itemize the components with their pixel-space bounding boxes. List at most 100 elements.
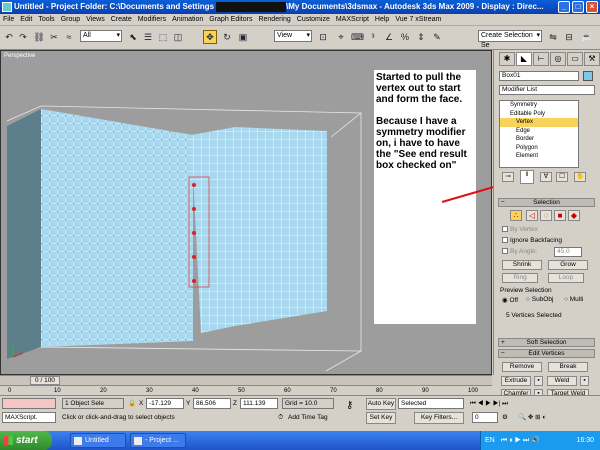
menu-create[interactable]: Create [108,14,135,26]
maximize-button[interactable]: □ [572,1,584,13]
weld-settings-icon[interactable]: ▪ [580,376,589,386]
close-button[interactable]: × [586,1,598,13]
time-tag-icon[interactable]: ⏱ [278,412,283,423]
edit-vertices-rollout-header[interactable]: − Edit Vertices [498,349,595,358]
menu-customize[interactable]: Customize [294,14,333,26]
auto-key-button[interactable]: Auto Key [366,398,396,410]
selection-rollout-header[interactable]: − Selection [498,198,595,207]
maxscript-mini-listener-top[interactable] [2,398,56,409]
menu-animation[interactable]: Animation [169,14,206,26]
menu-file[interactable]: File [0,14,17,26]
current-frame-field[interactable]: 0 [472,412,498,423]
border-subobject-icon[interactable]: ◌ [540,210,552,221]
redo-icon[interactable]: ↷ [16,30,30,44]
menu-graph-editors[interactable]: Graph Editors [206,14,255,26]
select-rotate-icon[interactable]: ↻ [220,30,234,44]
start-button[interactable]: start [0,431,52,450]
stack-item-border[interactable]: Border [500,135,578,144]
loop-button[interactable]: Loop [548,273,584,283]
make-unique-icon[interactable]: ∀ [540,172,552,182]
viewport-nav-icons[interactable]: 🔍 ✥ ⊞ ◐ [518,412,546,423]
vertex-subobject-icon[interactable]: ∴ [510,210,522,221]
tray-icons[interactable]: ⏮ ⏸ ▶ ⏭ 🔊 [501,431,540,450]
region-select-icon[interactable]: ⬚ [156,30,170,44]
percent-snap-icon[interactable]: % [398,30,412,44]
window-crossing-icon[interactable]: ◫ [171,30,185,44]
keyboard-shortcut-icon[interactable]: ⌨ [350,30,364,44]
preview-off-radio[interactable]: ◉ Off [502,296,518,304]
time-slider-thumb[interactable]: 0 / 100 [30,376,60,385]
menu-rendering[interactable]: Rendering [255,14,293,26]
modify-tab-icon[interactable]: ◣ [516,52,532,66]
by-vertex-checkbox[interactable]: By Vertex [502,226,538,233]
preview-subobj-radio[interactable]: ○ SubObj [526,296,553,303]
display-tab-icon[interactable]: ▭ [567,52,583,66]
maxscript-mini-listener[interactable]: MAXScript. [2,412,56,423]
pivot-center-icon[interactable]: ⊡ [316,30,330,44]
taskbar-item-project[interactable]: - Project ... [130,433,186,448]
element-subobject-icon[interactable]: ◆ [568,210,580,221]
menu-views[interactable]: Views [83,14,108,26]
extrude-settings-icon[interactable]: ▪ [534,376,543,386]
select-object-icon[interactable]: ⬉ [126,30,140,44]
weld-button[interactable]: Weld [547,376,577,386]
lock-icon[interactable]: 🔒 [128,398,136,409]
track-bar[interactable]: 0 10 20 30 40 50 60 70 80 90 100 [0,385,492,395]
select-link-icon[interactable]: ⛓ [32,30,46,44]
select-manipulate-icon[interactable]: ⌖ [334,30,348,44]
stack-item-element[interactable]: Element [500,152,578,161]
by-angle-checkbox[interactable]: By Angle: [502,248,537,255]
z-coordinate-field[interactable]: 111.139 [240,398,278,409]
utilities-tab-icon[interactable]: ⚒ [584,52,600,66]
key-mode-dropdown[interactable]: Selected [398,398,464,409]
unlink-icon[interactable]: ✂ [47,30,61,44]
hierarchy-tab-icon[interactable]: ⊢ [533,52,549,66]
remove-modifier-icon[interactable]: ☐ [556,172,568,182]
soft-selection-rollout-header[interactable]: + Soft Selection [498,338,595,347]
remove-button[interactable]: Remove [502,362,542,372]
mirror-icon[interactable]: ⇋ [546,30,560,44]
selection-filter-dropdown[interactable]: All [80,30,122,42]
polygon-subobject-icon[interactable]: ■ [554,210,566,221]
show-end-result-icon[interactable]: ‖ [520,170,534,184]
key-icon[interactable]: ⚷ [346,400,353,411]
stack-item-polygon[interactable]: Polygon [500,144,578,153]
menu-group[interactable]: Group [58,14,83,26]
taskbar-item-untitled[interactable]: Untitled [70,433,126,448]
menu-tools[interactable]: Tools [35,14,57,26]
key-filters-button[interactable]: Key Filters... [414,412,464,424]
menu-maxscript[interactable]: MAXScript [333,14,372,26]
select-move-icon[interactable]: ✥ [203,30,217,44]
menu-modifiers[interactable]: Modifiers [135,14,169,26]
bind-space-warp-icon[interactable]: ≈ [62,30,76,44]
undo-icon[interactable]: ↶ [2,30,16,44]
snap-toggle-icon[interactable]: ³ [366,30,380,44]
break-button[interactable]: Break [548,362,588,372]
add-time-tag-button[interactable]: Add Time Tag [288,412,328,423]
menu-help[interactable]: Help [372,14,392,26]
stack-item-symmetry[interactable]: Symmetry [500,101,578,110]
stack-item-edge[interactable]: Edge [500,127,578,136]
grow-button[interactable]: Grow [548,260,588,270]
named-selection-icon[interactable]: ✎ [430,30,444,44]
menu-vue-xstream[interactable]: Vue 7 xStream [392,14,444,26]
x-coordinate-field[interactable]: -17.129 [146,398,184,409]
pin-stack-icon[interactable]: ⊸ [502,172,514,182]
stack-item-vertex[interactable]: Vertex [500,118,578,127]
angle-snap-icon[interactable]: ∠ [382,30,396,44]
align-icon[interactable]: ⊟ [562,30,576,44]
edge-subobject-icon[interactable]: ◁ [526,210,538,221]
modifier-list-dropdown[interactable]: Modifier List [499,85,595,95]
reference-coordinate-dropdown[interactable]: View [274,30,312,42]
ring-button[interactable]: Ring [502,273,538,283]
select-scale-icon[interactable]: ▣ [236,30,250,44]
object-color-swatch[interactable] [583,71,593,81]
shrink-button[interactable]: Shrink [502,260,542,270]
render-icon[interactable]: ☕ [580,30,594,44]
extrude-button[interactable]: Extrude [501,376,531,386]
ignore-backfacing-checkbox[interactable]: Ignore Backfacing [502,237,562,244]
stack-item-editable-poly[interactable]: Editable Poly [500,110,578,119]
spinner-snap-icon[interactable]: ⇕ [414,30,428,44]
set-key-button[interactable]: Set Key [366,412,396,424]
menu-edit[interactable]: Edit [17,14,35,26]
